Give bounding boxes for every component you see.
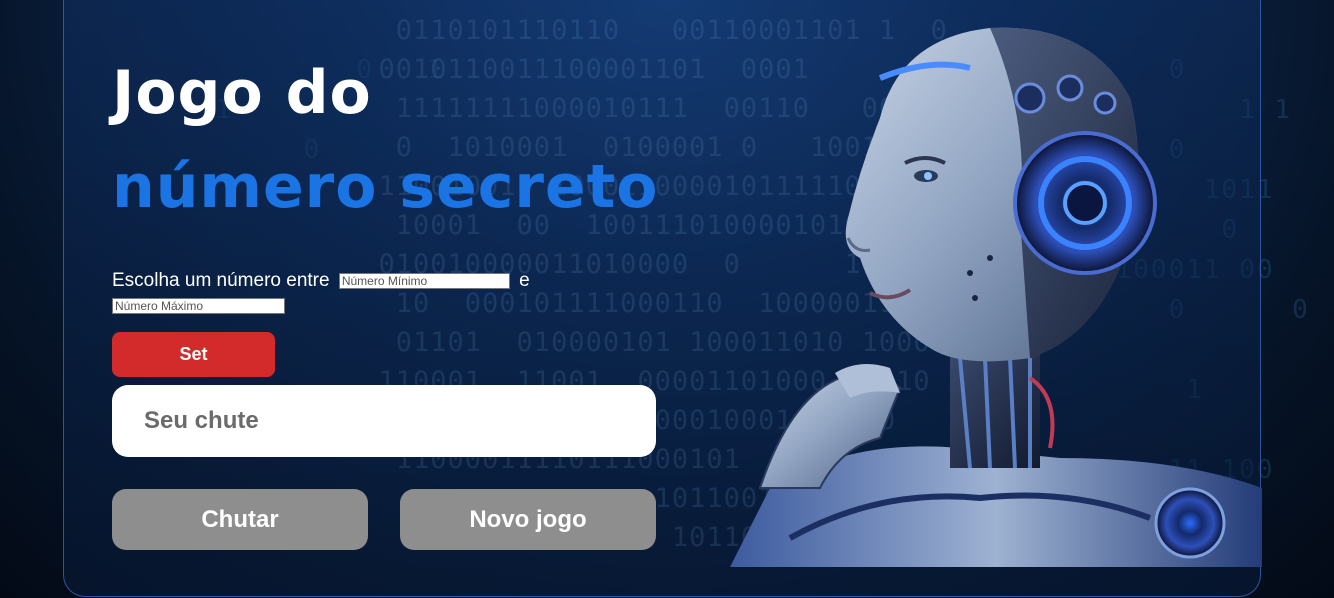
title-line-1: Jogo do [112, 58, 372, 128]
guess-button[interactable]: Chutar [112, 489, 368, 550]
range-selector: Escolha um número entre e [112, 268, 592, 314]
max-number-input[interactable] [112, 298, 285, 314]
robot-head-illustration [730, 27, 1262, 567]
min-number-input[interactable] [338, 272, 510, 289]
page-title: Jogo do número secreto [112, 46, 659, 234]
range-label: Escolha um número entre [112, 270, 330, 291]
set-range-button[interactable]: Set [112, 332, 275, 377]
new-game-button[interactable]: Novo jogo [400, 489, 656, 550]
title-line-2: número secreto [112, 152, 659, 222]
guess-input[interactable] [112, 385, 656, 457]
range-connector: e [519, 270, 530, 291]
